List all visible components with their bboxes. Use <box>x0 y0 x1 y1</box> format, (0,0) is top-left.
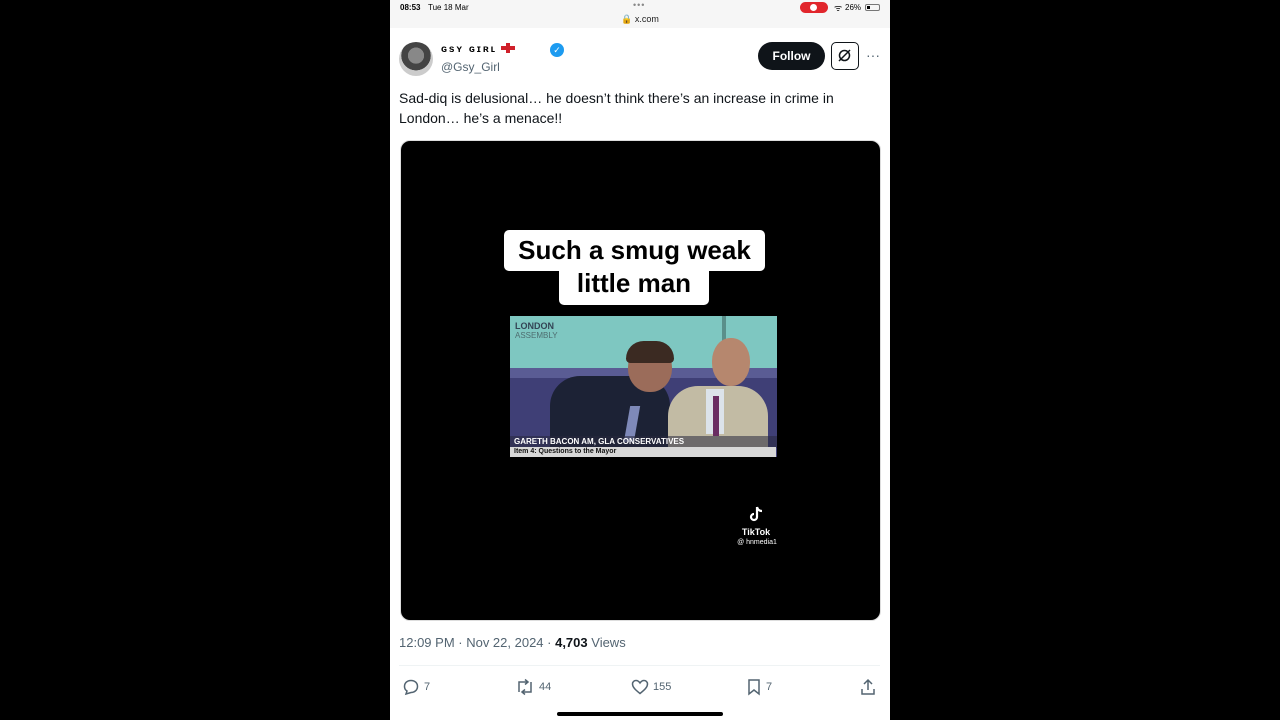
tiktok-logo-icon <box>749 506 763 522</box>
reply-icon <box>403 679 419 696</box>
action-bar: 7 44 155 7 <box>390 676 890 698</box>
person-left-hair <box>626 341 674 363</box>
verified-badge-icon[interactable]: ✓ <box>550 43 564 57</box>
more-options-icon[interactable]: ··· <box>866 47 880 63</box>
home-indicator[interactable] <box>557 712 723 716</box>
author-handle[interactable]: @Gsy_Girl <box>441 60 500 74</box>
england-flag-icon <box>501 43 516 53</box>
repost-button[interactable]: 44 <box>515 676 551 698</box>
tweet-text: Sad-diq is delusional… he doesn’t think … <box>399 90 834 126</box>
author-avatar[interactable] <box>399 42 433 76</box>
repost-count: 44 <box>539 681 552 693</box>
caption-line-2: little man <box>559 265 709 305</box>
address-bar-url[interactable]: 🔒 x.com <box>390 14 890 25</box>
tiktok-watermark-handle: @ hnmedia1 <box>737 539 777 546</box>
follow-button[interactable]: Follow <box>758 42 825 70</box>
multitasking-dots[interactable]: ••• <box>633 0 645 10</box>
video-brand-line-2: ASSEMBLY <box>515 331 558 340</box>
status-date: Tue 18 Mar <box>428 3 469 12</box>
battery-icon <box>865 4 880 11</box>
screen-record-icon[interactable] <box>800 2 828 13</box>
grok-button[interactable] <box>831 42 859 70</box>
share-icon <box>861 678 875 695</box>
person-right-tie <box>713 396 719 436</box>
tweet-meta: 12:09 PM · Nov 22, 2024 · 4,703 Views <box>399 635 626 650</box>
like-count: 155 <box>653 681 672 693</box>
grok-icon <box>838 49 851 62</box>
display-name-text: ɢsʏ ɢɪʀʟ <box>441 44 498 55</box>
repost-icon <box>518 678 532 696</box>
phone-screen: 08:53 Tue 18 Mar ••• 🔒 x.com ᯤ 26% ɢsʏ ɢ… <box>390 0 890 720</box>
bookmark-button[interactable]: 7 <box>746 676 772 698</box>
views-label: Views <box>587 635 626 650</box>
like-button[interactable]: 155 <box>631 676 671 698</box>
tweet-video[interactable]: Such a smug weak little man LONDON ASSEM… <box>400 140 881 621</box>
video-brand-line-1: LONDON <box>515 321 554 331</box>
heart-icon <box>631 679 649 695</box>
reply-button[interactable]: 7 <box>402 676 430 698</box>
divider <box>399 665 880 666</box>
reply-count: 7 <box>424 681 431 693</box>
status-bar: 08:53 Tue 18 Mar ••• 🔒 x.com ᯤ 26% <box>390 0 890 28</box>
wifi-icon: ᯤ <box>834 3 843 13</box>
share-button[interactable] <box>859 676 877 698</box>
tiktok-watermark-label: TikTok <box>741 527 771 537</box>
url-text: x.com <box>634 14 659 24</box>
views-count: 4,703 <box>555 635 588 650</box>
battery-percent: 26% <box>845 3 862 12</box>
bookmark-count: 7 <box>766 681 773 693</box>
author-display-name[interactable]: ɢsʏ ɢɪʀʟ <box>441 43 516 55</box>
bookmark-icon <box>748 679 760 696</box>
person-right-head <box>712 338 750 386</box>
video-frame: LONDON ASSEMBLY GARETH BACON AM, GLA CON… <box>510 316 777 457</box>
lower-third-item: Item 4: Questions to the Mayor <box>510 447 776 457</box>
tweet-timestamp[interactable]: 12:09 PM · Nov 22, 2024 · <box>399 635 555 650</box>
status-time: 08:53 <box>400 3 421 12</box>
